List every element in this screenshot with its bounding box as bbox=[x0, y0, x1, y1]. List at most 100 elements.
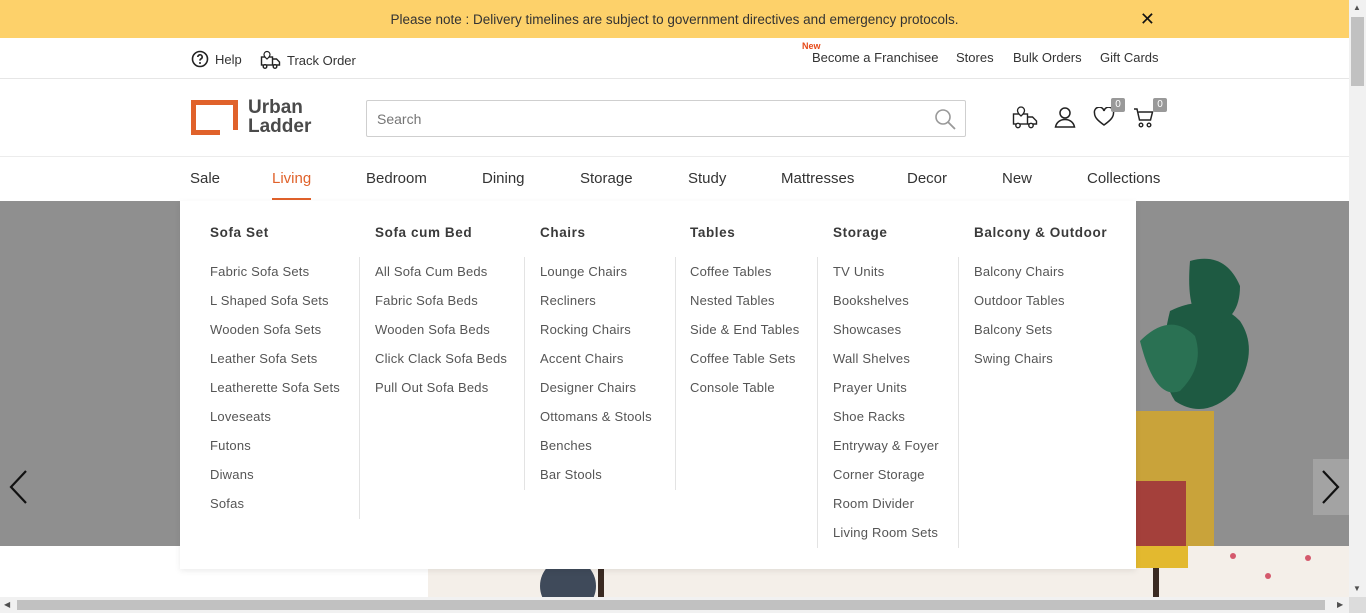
notice-banner: Please note : Delivery timelines are sub… bbox=[0, 0, 1349, 38]
logo-line-2: Ladder bbox=[248, 116, 312, 137]
horizontal-scroll-thumb[interactable] bbox=[17, 600, 1325, 610]
gift-cards-link[interactable]: Gift Cards bbox=[1100, 50, 1159, 65]
menu-link[interactable]: Side & End Tables bbox=[690, 322, 799, 337]
account-button[interactable] bbox=[1054, 106, 1076, 133]
menu-link[interactable]: Entryway & Foyer bbox=[833, 438, 939, 453]
menu-link[interactable]: Balcony Chairs bbox=[974, 264, 1064, 279]
menu-link[interactable]: TV Units bbox=[833, 264, 884, 279]
franchisee-link[interactable]: New Become a Franchisee bbox=[802, 41, 938, 65]
menu-link[interactable]: Diwans bbox=[210, 467, 254, 482]
menu-link[interactable]: Sofas bbox=[210, 496, 244, 511]
menu-link[interactable]: Room Divider bbox=[833, 496, 914, 511]
chevron-left-icon bbox=[9, 470, 27, 504]
menu-link[interactable]: Loveseats bbox=[210, 409, 271, 424]
menu-divider bbox=[675, 257, 676, 490]
help-link[interactable]: Help bbox=[191, 50, 242, 68]
menu-link[interactable]: Swing Chairs bbox=[974, 351, 1053, 366]
close-icon[interactable]: ✕ bbox=[1140, 9, 1155, 30]
nav-living[interactable]: Living bbox=[272, 170, 312, 200]
scroll-down-icon[interactable]: ▼ bbox=[1353, 584, 1361, 593]
menu-link[interactable]: Fabric Sofa Sets bbox=[210, 264, 309, 279]
menu-link[interactable]: Bar Stools bbox=[540, 467, 602, 482]
menu-heading-tables[interactable]: Tables bbox=[690, 225, 735, 240]
nav-dining[interactable]: Dining bbox=[482, 170, 525, 187]
menu-link[interactable]: Showcases bbox=[833, 322, 901, 337]
delivery-truck-icon bbox=[1012, 106, 1038, 129]
delivery-button[interactable] bbox=[1012, 106, 1039, 135]
track-order-link[interactable]: Track Order bbox=[260, 50, 356, 70]
menu-link[interactable]: Wall Shelves bbox=[833, 351, 910, 366]
menu-heading-sofa-cum-bed[interactable]: Sofa cum Bed bbox=[375, 225, 472, 240]
menu-link[interactable]: Prayer Units bbox=[833, 380, 907, 395]
cart-button[interactable]: 0 bbox=[1133, 98, 1167, 134]
menu-link[interactable]: Recliners bbox=[540, 293, 596, 308]
menu-link[interactable]: Futons bbox=[210, 438, 251, 453]
horizontal-scrollbar[interactable]: ◀ ▶ bbox=[0, 597, 1349, 613]
stores-label: Stores bbox=[956, 50, 994, 65]
menu-link[interactable]: Lounge Chairs bbox=[540, 264, 627, 279]
menu-link[interactable]: Designer Chairs bbox=[540, 380, 636, 395]
menu-link[interactable]: Console Table bbox=[690, 380, 775, 395]
logo-mark-icon bbox=[191, 99, 238, 135]
menu-link[interactable]: Coffee Table Sets bbox=[690, 351, 796, 366]
bulk-orders-link[interactable]: Bulk Orders bbox=[1013, 50, 1082, 65]
nav-bedroom[interactable]: Bedroom bbox=[366, 170, 427, 187]
menu-link[interactable]: Coffee Tables bbox=[690, 264, 772, 279]
scroll-right-icon[interactable]: ▶ bbox=[1337, 600, 1343, 609]
track-order-icon bbox=[260, 50, 281, 69]
menu-link[interactable]: Leather Sofa Sets bbox=[210, 351, 317, 366]
menu-link[interactable]: Wooden Sofa Sets bbox=[210, 322, 321, 337]
menu-link[interactable]: Bookshelves bbox=[833, 293, 909, 308]
cart-icon bbox=[1134, 108, 1154, 128]
brand-logo[interactable]: Urban Ladder bbox=[191, 98, 311, 136]
menu-link[interactable]: Ottomans & Stools bbox=[540, 409, 652, 424]
search-input[interactable] bbox=[367, 101, 927, 136]
nav-storage[interactable]: Storage bbox=[580, 170, 633, 187]
hero-next-arrow[interactable] bbox=[1313, 459, 1349, 515]
wishlist-button[interactable]: 0 bbox=[1093, 98, 1125, 132]
menu-link[interactable]: Pull Out Sofa Beds bbox=[375, 380, 488, 395]
wishlist-count: 0 bbox=[1111, 98, 1125, 112]
help-icon bbox=[191, 50, 209, 68]
menu-link[interactable]: Balcony Sets bbox=[974, 322, 1052, 337]
gift-cards-label: Gift Cards bbox=[1100, 50, 1159, 65]
nav-study[interactable]: Study bbox=[688, 170, 726, 187]
menu-link[interactable]: Nested Tables bbox=[690, 293, 775, 308]
menu-heading-chairs[interactable]: Chairs bbox=[540, 225, 586, 240]
menu-link[interactable]: Fabric Sofa Beds bbox=[375, 293, 478, 308]
nav-sale[interactable]: Sale bbox=[190, 170, 220, 187]
new-tag: New bbox=[802, 41, 821, 51]
menu-link[interactable]: Leatherette Sofa Sets bbox=[210, 380, 340, 395]
logo-line-1: Urban bbox=[248, 97, 303, 118]
menu-link[interactable]: Living Room Sets bbox=[833, 525, 938, 540]
menu-heading-sofa-set[interactable]: Sofa Set bbox=[210, 225, 269, 240]
menu-divider bbox=[524, 257, 525, 490]
vertical-scroll-thumb[interactable] bbox=[1351, 17, 1364, 86]
vertical-scrollbar[interactable]: ▲ ▼ bbox=[1349, 0, 1366, 597]
scroll-left-icon[interactable]: ◀ bbox=[4, 600, 10, 609]
menu-divider bbox=[817, 257, 818, 548]
menu-heading-balcony-outdoor[interactable]: Balcony & Outdoor bbox=[974, 225, 1107, 240]
menu-link[interactable]: L Shaped Sofa Sets bbox=[210, 293, 329, 308]
scroll-up-icon[interactable]: ▲ bbox=[1353, 3, 1361, 12]
nav-new[interactable]: New bbox=[1002, 170, 1032, 187]
chevron-right-icon bbox=[1322, 470, 1340, 504]
stores-link[interactable]: Stores bbox=[956, 50, 994, 65]
nav-decor[interactable]: Decor bbox=[907, 170, 947, 187]
menu-link[interactable]: Accent Chairs bbox=[540, 351, 624, 366]
menu-link[interactable]: Outdoor Tables bbox=[974, 293, 1065, 308]
search-icon[interactable] bbox=[933, 107, 957, 131]
menu-link[interactable]: Corner Storage bbox=[833, 467, 925, 482]
menu-link[interactable]: Rocking Chairs bbox=[540, 322, 631, 337]
help-label: Help bbox=[215, 51, 242, 67]
menu-heading-storage[interactable]: Storage bbox=[833, 225, 887, 240]
menu-link[interactable]: Click Clack Sofa Beds bbox=[375, 351, 507, 366]
hero-prev-arrow[interactable] bbox=[0, 459, 36, 515]
menu-link[interactable]: Wooden Sofa Beds bbox=[375, 322, 490, 337]
logo-text: Urban Ladder bbox=[248, 98, 311, 136]
nav-collections[interactable]: Collections bbox=[1087, 170, 1160, 187]
menu-link[interactable]: Shoe Racks bbox=[833, 409, 905, 424]
menu-link[interactable]: Benches bbox=[540, 438, 592, 453]
nav-mattresses[interactable]: Mattresses bbox=[781, 170, 854, 187]
menu-link[interactable]: All Sofa Cum Beds bbox=[375, 264, 488, 279]
